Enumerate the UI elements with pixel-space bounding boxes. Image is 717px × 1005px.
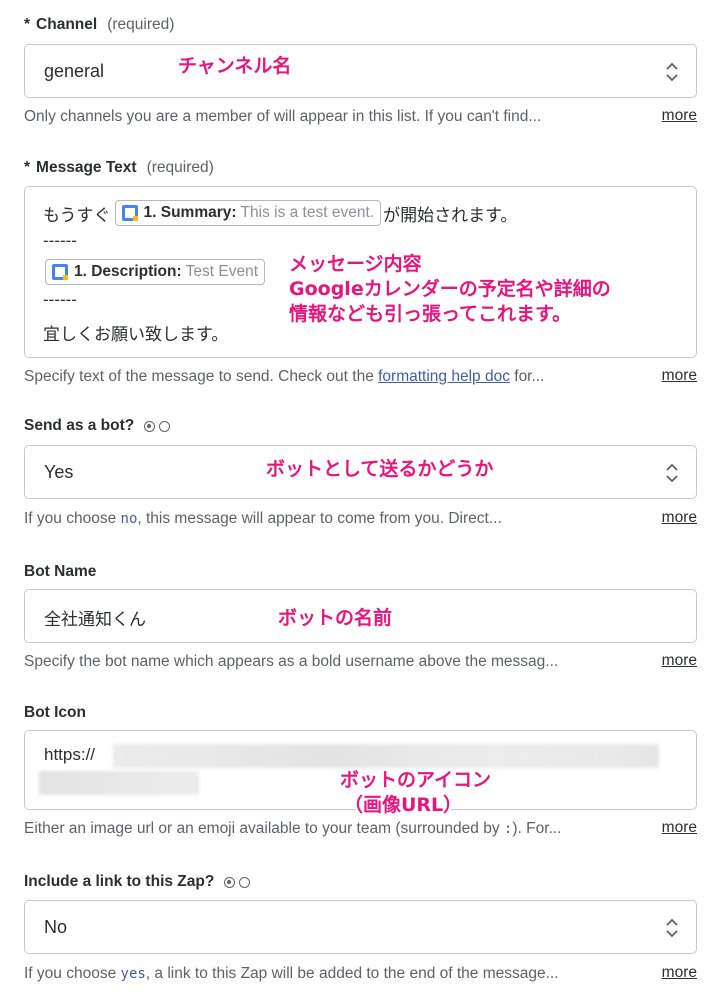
message-line-1-prefix: もうすぐ [43,205,111,225]
channel-required-text: (required) [107,16,175,33]
include-link-label-text: Include a link to this Zap? [24,873,215,890]
channel-label-text: Channel [36,16,98,33]
send-as-bot-help: If you choose no, this message will appe… [24,510,634,528]
bot-icon-label: Bot Icon [24,704,86,721]
bot-icon-help-prefix: Either an image url or an emoji availabl… [24,820,504,837]
bot-name-more-link[interactable]: more [662,652,697,670]
channel-more-link[interactable]: more [662,107,697,125]
required-asterisk: * [24,159,31,176]
message-text-label: * Message Text (required) [24,157,697,179]
message-text-label-text: Message Text [36,159,137,176]
bot-icon-help: Either an image url or an emoji availabl… [24,820,634,838]
include-link-label: Include a link to this Zap? [24,871,697,893]
radio-unselected-icon[interactable] [239,876,251,888]
bot-name-annotation: ボットの名前 [278,607,393,629]
description-pill-key: 1. Description: [74,263,182,280]
bot-name-label: Bot Name [24,563,97,580]
radio-selected-icon[interactable] [224,876,236,888]
required-asterisk: * [24,16,31,33]
chevron-up-down-icon [666,463,678,483]
google-calendar-icon [52,264,68,280]
message-help-prefix: Specify text of the message to send. Che… [24,368,379,385]
message-dashes-2: ------ [43,290,77,309]
bot-icon-help-suffix: ). For... [512,820,562,837]
radio-selected-icon[interactable] [144,420,156,432]
google-calendar-icon [121,205,138,221]
include-link-help: If you choose yes, a link to this Zap wi… [24,965,634,983]
bot-icon-more-link[interactable]: more [662,819,697,837]
send-as-bot-annotation: ボットとして送るかどうか [266,458,494,480]
summary-field-pill[interactable]: 1. Summary: This is a test event. [114,200,382,226]
summary-pill-example: This is a test event. [240,204,375,221]
bot-name-help: Specify the bot name which appears as a … [24,653,559,670]
bot-icon-url-prefix: https:// [44,745,96,764]
description-field-pill[interactable]: 1. Description: Test Event [45,259,266,285]
channel-field: * Channel (required) general Only channe… [24,14,697,134]
message-annotation-3: 情報なども引っ張ってこれます。 [289,303,572,325]
message-line-1-suffix: が開始されます。 [383,205,518,225]
message-line-1: もうすぐ 1. Summary: This is a test event. が… [43,200,517,226]
send-as-bot-radio-group[interactable] [144,420,171,432]
redacted-url-part-2 [39,771,199,795]
formatting-help-link[interactable]: formatting help doc [378,368,510,385]
message-text-required-text: (required) [146,159,214,176]
chevron-up-down-icon [666,62,678,82]
message-text-more-link[interactable]: more [662,367,697,385]
redacted-url-part-1 [113,744,659,768]
send-as-bot-help-prefix: If you choose [24,510,121,527]
message-text-help: Specify text of the message to send. Che… [24,368,634,386]
message-line-3: 1. Description: Test Event [45,259,266,285]
include-link-help-code: yes [120,966,146,982]
message-dashes-1: ------ [43,231,77,250]
include-link-help-prefix: If you choose [24,965,121,982]
send-as-bot-label-text: Send as a bot? [24,417,135,434]
send-as-bot-more-link[interactable]: more [662,509,697,527]
message-annotation-2: Googleカレンダーの予定名や詳細の [289,278,611,300]
bot-icon-annotation-2: （画像URL） [344,794,463,816]
send-as-bot-help-suffix: , this message will appear to come from … [137,510,502,527]
channel-label: * Channel (required) [24,14,697,36]
channel-select[interactable]: general [24,44,697,98]
include-link-radio-group[interactable] [224,876,251,888]
send-as-bot-label: Send as a bot? [24,415,697,437]
channel-annotation: チャンネル名 [178,55,292,77]
summary-pill-key: 1. Summary: [143,204,237,221]
radio-unselected-icon[interactable] [159,420,171,432]
include-link-more-link[interactable]: more [662,964,697,982]
include-link-field: Include a link to this Zap? No If you ch… [24,871,697,991]
include-link-select-value: No [44,917,68,937]
channel-help-text: Only channels you are a member of will a… [24,108,542,125]
channel-select-value: general [44,61,105,81]
message-help-suffix: for... [509,368,545,385]
include-link-select[interactable]: No [24,900,697,954]
send-as-bot-help-code: no [120,511,138,527]
chevron-up-down-icon [666,918,678,938]
message-annotation-1: メッセージ内容 [289,253,422,275]
message-line-last: 宜しくお願い致します。 [43,325,229,344]
description-pill-example: Test Event [185,263,259,280]
bot-name-value: 全社通知くん [44,610,146,629]
send-as-bot-select-value: Yes [44,462,74,482]
include-link-help-suffix: , a link to this Zap will be added to th… [145,965,559,982]
bot-icon-annotation-1: ボットのアイコン [340,769,492,791]
